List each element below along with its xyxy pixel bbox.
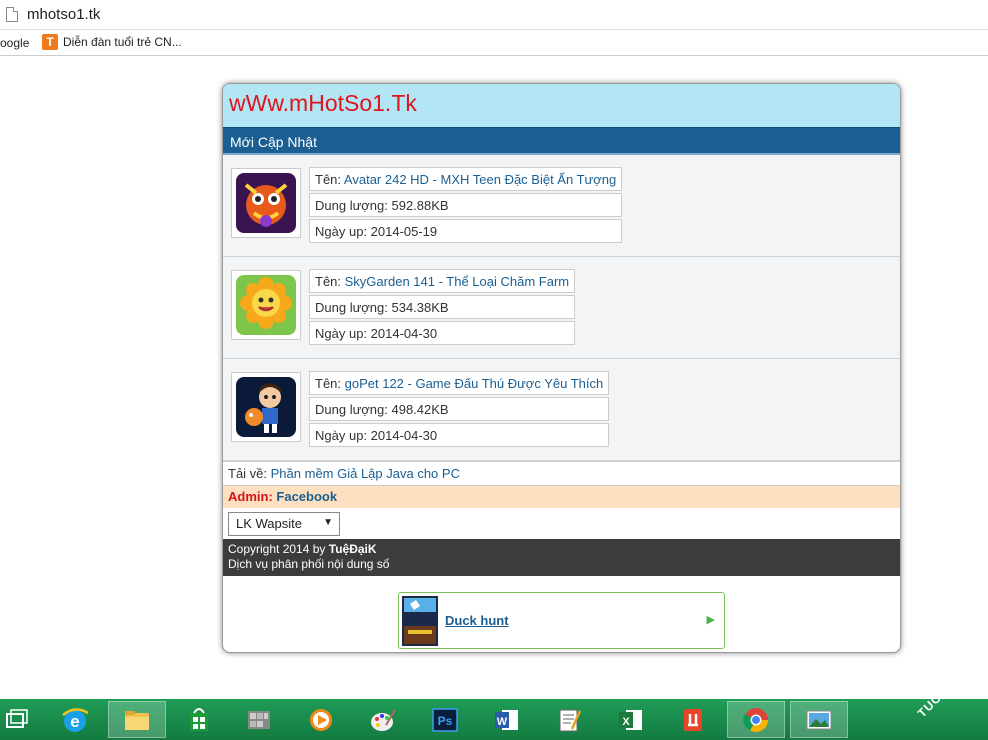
excel-icon: X (619, 709, 642, 730)
media-player-taskbar-button[interactable] (292, 701, 350, 738)
internet-explorer-icon: e (62, 707, 89, 732)
photo-viewer-icon (806, 710, 832, 729)
site-container: wWw.mHotSo1.Tk Mới Cập Nhật Tên: Avatar … (222, 83, 901, 653)
notepad-icon (559, 709, 582, 731)
list-item: Tên: goPet 122 - Game Đấu Thú Được Yêu T… (223, 359, 900, 461)
footer-author: TuệĐạiK (328, 542, 377, 556)
address-bar[interactable]: mhotso1.tk (0, 0, 988, 30)
admin-row: Admin: Facebook (223, 486, 900, 508)
play-icon: ▶ (706, 614, 715, 626)
folder-icon (125, 710, 149, 730)
svg-text:X: X (622, 716, 630, 728)
ie-taskbar-button[interactable]: e (46, 701, 104, 738)
item-name-link[interactable]: SkyGarden 141 - Thể Loại Chăm Farm (345, 274, 569, 289)
item-name-field: Tên: goPet 122 - Game Đấu Thú Được Yêu T… (309, 371, 610, 395)
list-item: Tên: SkyGarden 141 - Thể Loại Chăm Farm … (223, 257, 900, 359)
watermark: TUOITREIT.VN (914, 643, 988, 721)
item-size-field: Dung lượng: 498.42KB (309, 397, 610, 421)
item-size-field: Dung lượng: 534.38KB (309, 295, 576, 319)
page-icon (6, 7, 18, 22)
paint-taskbar-button[interactable] (354, 701, 412, 738)
ad-banner[interactable]: Duck hunt ▶ (398, 592, 725, 649)
bookmark-dien-dan[interactable]: T Diễn đàn tuổi trẻ CN... (42, 34, 182, 50)
window-outline-icon (6, 708, 28, 728)
bookmarks-bar: oogle T Diễn đàn tuổi trẻ CN... (0, 30, 988, 56)
wapsite-select[interactable]: LK Wapsite ▼ (228, 512, 340, 536)
duck-hunt-thumbnail (402, 596, 438, 646)
svg-text:e: e (70, 712, 79, 731)
word-icon: W (495, 709, 518, 730)
item-date-field: Ngày up: 2014-04-30 (309, 423, 610, 447)
grid-app-icon (248, 710, 270, 729)
item-date-field: Ngày up: 2014-05-19 (309, 219, 623, 243)
pdf-reader-icon (684, 708, 702, 731)
list-item: Tên: Avatar 242 HD - MXH Teen Đặc Biệt Ấ… (223, 155, 900, 257)
item-size-field: Dung lượng: 592.88KB (309, 193, 623, 217)
bookmark-google[interactable]: oogle (0, 36, 29, 50)
svg-text:W: W (497, 716, 508, 728)
chrome-taskbar-button[interactable] (727, 701, 785, 738)
chrome-icon (743, 707, 768, 732)
download-row: Tải về: Phần mềm Giả Lập Java cho PC (223, 461, 900, 486)
item-date-field: Ngày up: 2014-04-30 (309, 321, 576, 345)
svg-text:Ps: Ps (438, 714, 453, 728)
taskbar: e Ps W X (0, 699, 988, 740)
store-taskbar-button[interactable] (170, 701, 228, 738)
store-icon (190, 707, 208, 731)
item-name-field: Tên: Avatar 242 HD - MXH Teen Đặc Biệt Ấ… (309, 167, 623, 191)
item-thumbnail[interactable] (231, 270, 301, 340)
dropdown-arrow-icon: ▼ (323, 517, 333, 528)
footer-tagline: Dịch vụ phân phối nội dung số (228, 557, 390, 571)
pdf-taskbar-button[interactable] (664, 701, 722, 738)
photoshop-taskbar-button[interactable]: Ps (416, 701, 474, 738)
photos-taskbar-button[interactable] (790, 701, 848, 738)
explorer-taskbar-button[interactable] (108, 701, 166, 738)
desktop-icon[interactable] (0, 701, 34, 738)
editor-taskbar-button[interactable] (540, 701, 598, 738)
duck-hunt-icon (402, 596, 438, 646)
ad-title[interactable]: Duck hunt (445, 613, 509, 628)
section-title: Mới Cập Nhật (223, 127, 900, 155)
app-taskbar-button[interactable] (230, 701, 288, 738)
wapsite-select-row: LK Wapsite ▼ (223, 508, 900, 539)
avatar-dragon-icon (236, 173, 296, 233)
download-emulator-link[interactable]: Phần mềm Giả Lập Java cho PC (271, 466, 460, 481)
sunflower-icon (236, 275, 296, 335)
item-thumbnail[interactable] (231, 372, 301, 442)
word-taskbar-button[interactable]: W (478, 701, 536, 738)
item-name-link[interactable]: goPet 122 - Game Đấu Thú Được Yêu Thích (345, 376, 604, 391)
gopet-character-icon (236, 377, 296, 437)
media-player-icon (310, 708, 332, 731)
tuoitre-icon: T (42, 34, 58, 50)
bookmark-label: Diễn đàn tuổi trẻ CN... (63, 35, 182, 49)
url-text[interactable]: mhotso1.tk (27, 6, 100, 23)
paint-palette-icon (371, 708, 396, 731)
facebook-link[interactable]: Facebook (276, 489, 337, 504)
item-thumbnail[interactable] (231, 168, 301, 238)
site-footer: Copyright 2014 by TuệĐạiK Dịch vụ phân p… (223, 539, 900, 576)
site-logo[interactable]: wWw.mHotSo1.Tk (223, 84, 900, 127)
item-name-link[interactable]: Avatar 242 HD - MXH Teen Đặc Biệt Ấn Tượ… (344, 172, 616, 187)
photoshop-icon: Ps (432, 707, 458, 732)
item-name-field: Tên: SkyGarden 141 - Thể Loại Chăm Farm (309, 269, 576, 293)
excel-taskbar-button[interactable]: X (602, 701, 660, 738)
